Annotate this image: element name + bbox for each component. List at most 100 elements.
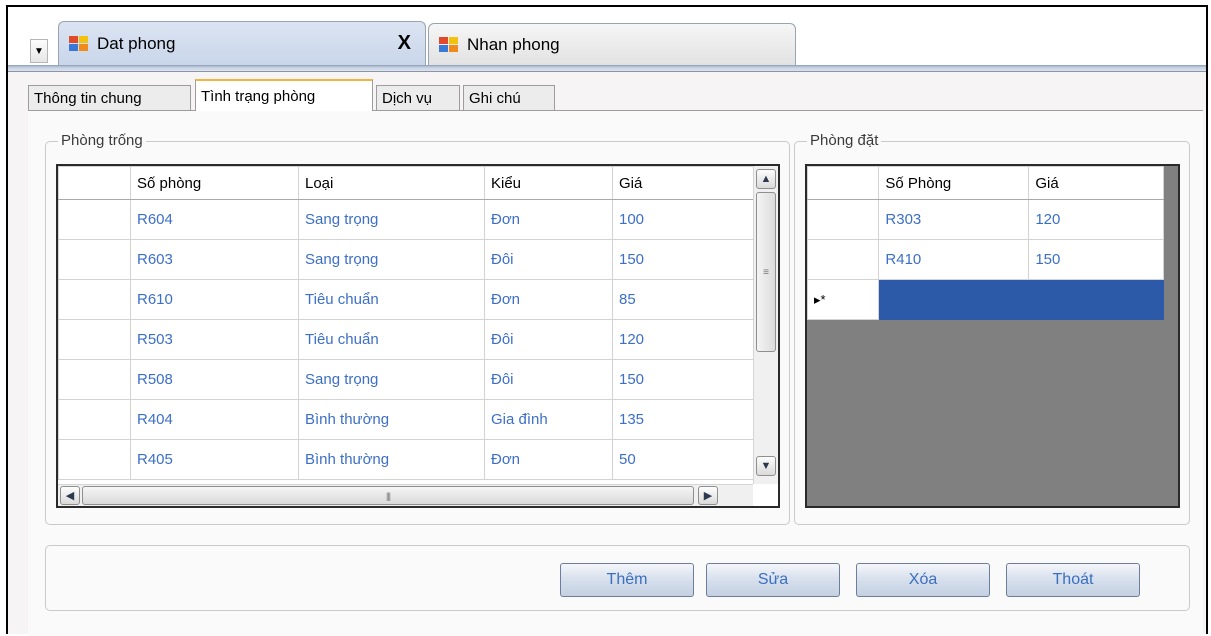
- room-style-cell[interactable]: Đôi: [484, 239, 613, 280]
- room-number-cell[interactable]: R303: [878, 199, 1030, 240]
- header-row: Số Phòng Giá: [807, 166, 1164, 200]
- column-header[interactable]: Giá: [1028, 166, 1164, 200]
- price-cell[interactable]: 150: [1028, 239, 1164, 280]
- tab-content-panel: Phòng trống Số phòng Loại Kiểu Giá R604 …: [28, 111, 1203, 636]
- price-cell[interactable]: 50: [612, 439, 760, 480]
- booked-rooms-grid[interactable]: Số Phòng Giá R303 120 R410 150 ▸*: [805, 164, 1180, 508]
- tab-strip-divider: [8, 65, 1206, 72]
- scroll-left-button[interactable]: ◀: [60, 486, 80, 505]
- new-row[interactable]: ▸*: [807, 279, 1164, 320]
- room-number-cell[interactable]: [878, 279, 1030, 320]
- room-style-cell[interactable]: Đôi: [484, 319, 613, 360]
- room-type-cell[interactable]: Bình thường: [298, 439, 485, 480]
- exit-button[interactable]: Thoát: [1006, 563, 1140, 597]
- room-number-cell[interactable]: R404: [130, 399, 299, 440]
- header-row: Số phòng Loại Kiểu Giá: [58, 166, 760, 200]
- row-header[interactable]: [58, 319, 131, 360]
- doc-tab-label: Nhan phong: [467, 34, 560, 54]
- price-cell[interactable]: 120: [612, 319, 760, 360]
- row-header[interactable]: [58, 279, 131, 320]
- tab-thong-tin-chung[interactable]: Thông tin chung: [28, 85, 191, 111]
- row-header[interactable]: [58, 199, 131, 240]
- room-style-cell[interactable]: Đơn: [484, 199, 613, 240]
- row-header[interactable]: [807, 199, 880, 240]
- tab-ghi-chu[interactable]: Ghi chú: [463, 85, 555, 111]
- price-cell[interactable]: 85: [612, 279, 760, 320]
- tab-tinh-trang-phong[interactable]: Tình trạng phòng: [195, 79, 373, 111]
- room-type-cell[interactable]: Tiêu chuẩn: [298, 319, 485, 360]
- booked-rooms-group: Phòng đặt Số Phòng Giá R303120 R410150: [794, 132, 1190, 525]
- chevron-right-icon: ▶: [703, 490, 713, 502]
- column-header[interactable]: Giá: [612, 166, 760, 200]
- room-style-cell[interactable]: Đôi: [484, 359, 613, 400]
- booked-rooms-table: Số Phòng Giá R303 120 R410 150 ▸*: [807, 166, 1164, 320]
- main-window: ▼ Dat phong X Nhan phong Thông tin chung…: [6, 5, 1208, 636]
- room-type-cell[interactable]: Bình thường: [298, 399, 485, 440]
- column-header[interactable]: Số Phòng: [878, 166, 1030, 200]
- horizontal-scrollbar[interactable]: ◀ ||| ▶: [58, 484, 753, 506]
- grip-icon: |||: [385, 490, 391, 501]
- row-header[interactable]: [58, 399, 131, 440]
- table-row[interactable]: R503 Tiêu chuẩn Đôi 120: [58, 319, 760, 360]
- edit-button[interactable]: Sửa: [706, 563, 840, 597]
- price-cell[interactable]: 100: [612, 199, 760, 240]
- doc-tab-dat-phong[interactable]: Dat phong X: [58, 21, 426, 65]
- scroll-right-button[interactable]: ▶: [698, 486, 718, 505]
- row-header[interactable]: [58, 359, 131, 400]
- room-number-cell[interactable]: R410: [878, 239, 1030, 280]
- room-number-cell[interactable]: R604: [130, 199, 299, 240]
- room-number-cell[interactable]: R405: [130, 439, 299, 480]
- empty-rooms-table: Số phòng Loại Kiểu Giá R604 Sang trọng Đơn…: [58, 166, 760, 480]
- price-cell[interactable]: 150: [612, 359, 760, 400]
- tab-dich-vu[interactable]: Dịch vụ: [376, 85, 460, 111]
- room-type-cell[interactable]: Tiêu chuẩn: [298, 279, 485, 320]
- table-row[interactable]: R303 120: [807, 199, 1164, 240]
- room-type-cell[interactable]: Sang trọng: [298, 239, 485, 280]
- delete-button[interactable]: Xóa: [856, 563, 990, 597]
- room-number-cell[interactable]: R508: [130, 359, 299, 400]
- room-number-cell[interactable]: R610: [130, 279, 299, 320]
- price-cell[interactable]: 120: [1028, 199, 1164, 240]
- empty-rooms-group: Phòng trống Số phòng Loại Kiểu Giá R604 …: [45, 132, 790, 525]
- chevron-left-icon: ◀: [65, 490, 75, 502]
- room-type-cell[interactable]: Sang trọng: [298, 359, 485, 400]
- table-row[interactable]: R603 Sang trọng Đôi 150: [58, 239, 760, 280]
- doc-tab-label: Dat phong: [97, 33, 176, 53]
- close-tab-button[interactable]: X: [398, 32, 411, 55]
- room-style-cell[interactable]: Đơn: [484, 279, 613, 320]
- scroll-thumb[interactable]: |||: [82, 486, 694, 505]
- table-row[interactable]: R405 Bình thường Đơn 50: [58, 439, 760, 480]
- table-row[interactable]: R404 Bình thường Gia đình 135: [58, 399, 760, 440]
- scroll-thumb[interactable]: ≡: [756, 192, 776, 352]
- price-cell[interactable]: 150: [612, 239, 760, 280]
- chevron-down-icon: ▼: [760, 460, 772, 472]
- room-style-cell[interactable]: Đơn: [484, 439, 613, 480]
- scroll-up-button[interactable]: ▲: [756, 169, 776, 189]
- add-button[interactable]: Thêm: [560, 563, 694, 597]
- table-row[interactable]: R610 Tiêu chuẩn Đơn 85: [58, 279, 760, 320]
- room-number-cell[interactable]: R603: [130, 239, 299, 280]
- column-header[interactable]: Loại: [298, 166, 485, 200]
- room-number-cell[interactable]: R503: [130, 319, 299, 360]
- form-icon: [69, 35, 89, 52]
- row-header[interactable]: [58, 439, 131, 480]
- tab-list-dropdown-button[interactable]: ▼: [30, 39, 48, 63]
- column-header[interactable]: Số phòng: [130, 166, 299, 200]
- chevron-down-icon: ▼: [34, 45, 44, 57]
- row-header[interactable]: [807, 239, 880, 280]
- room-style-cell[interactable]: Gia đình: [484, 399, 613, 440]
- table-row[interactable]: R410 150: [807, 239, 1164, 280]
- column-header[interactable]: Kiểu: [484, 166, 613, 200]
- price-cell[interactable]: 135: [612, 399, 760, 440]
- group-title: Phòng trống: [58, 132, 146, 149]
- table-row[interactable]: R604 Sang trọng Đơn 100: [58, 199, 760, 240]
- table-row[interactable]: R508 Sang trọng Đôi 150: [58, 359, 760, 400]
- row-header[interactable]: [58, 239, 131, 280]
- scroll-down-button[interactable]: ▼: [756, 456, 776, 476]
- price-cell[interactable]: [1028, 279, 1164, 320]
- vertical-scrollbar[interactable]: ▲ ≡ ▼: [753, 166, 778, 484]
- empty-rooms-grid[interactable]: Số phòng Loại Kiểu Giá R604 Sang trọng Đơn…: [56, 164, 780, 508]
- room-type-cell[interactable]: Sang trọng: [298, 199, 485, 240]
- doc-tab-nhan-phong[interactable]: Nhan phong: [428, 23, 796, 65]
- new-row-indicator[interactable]: ▸*: [807, 279, 880, 320]
